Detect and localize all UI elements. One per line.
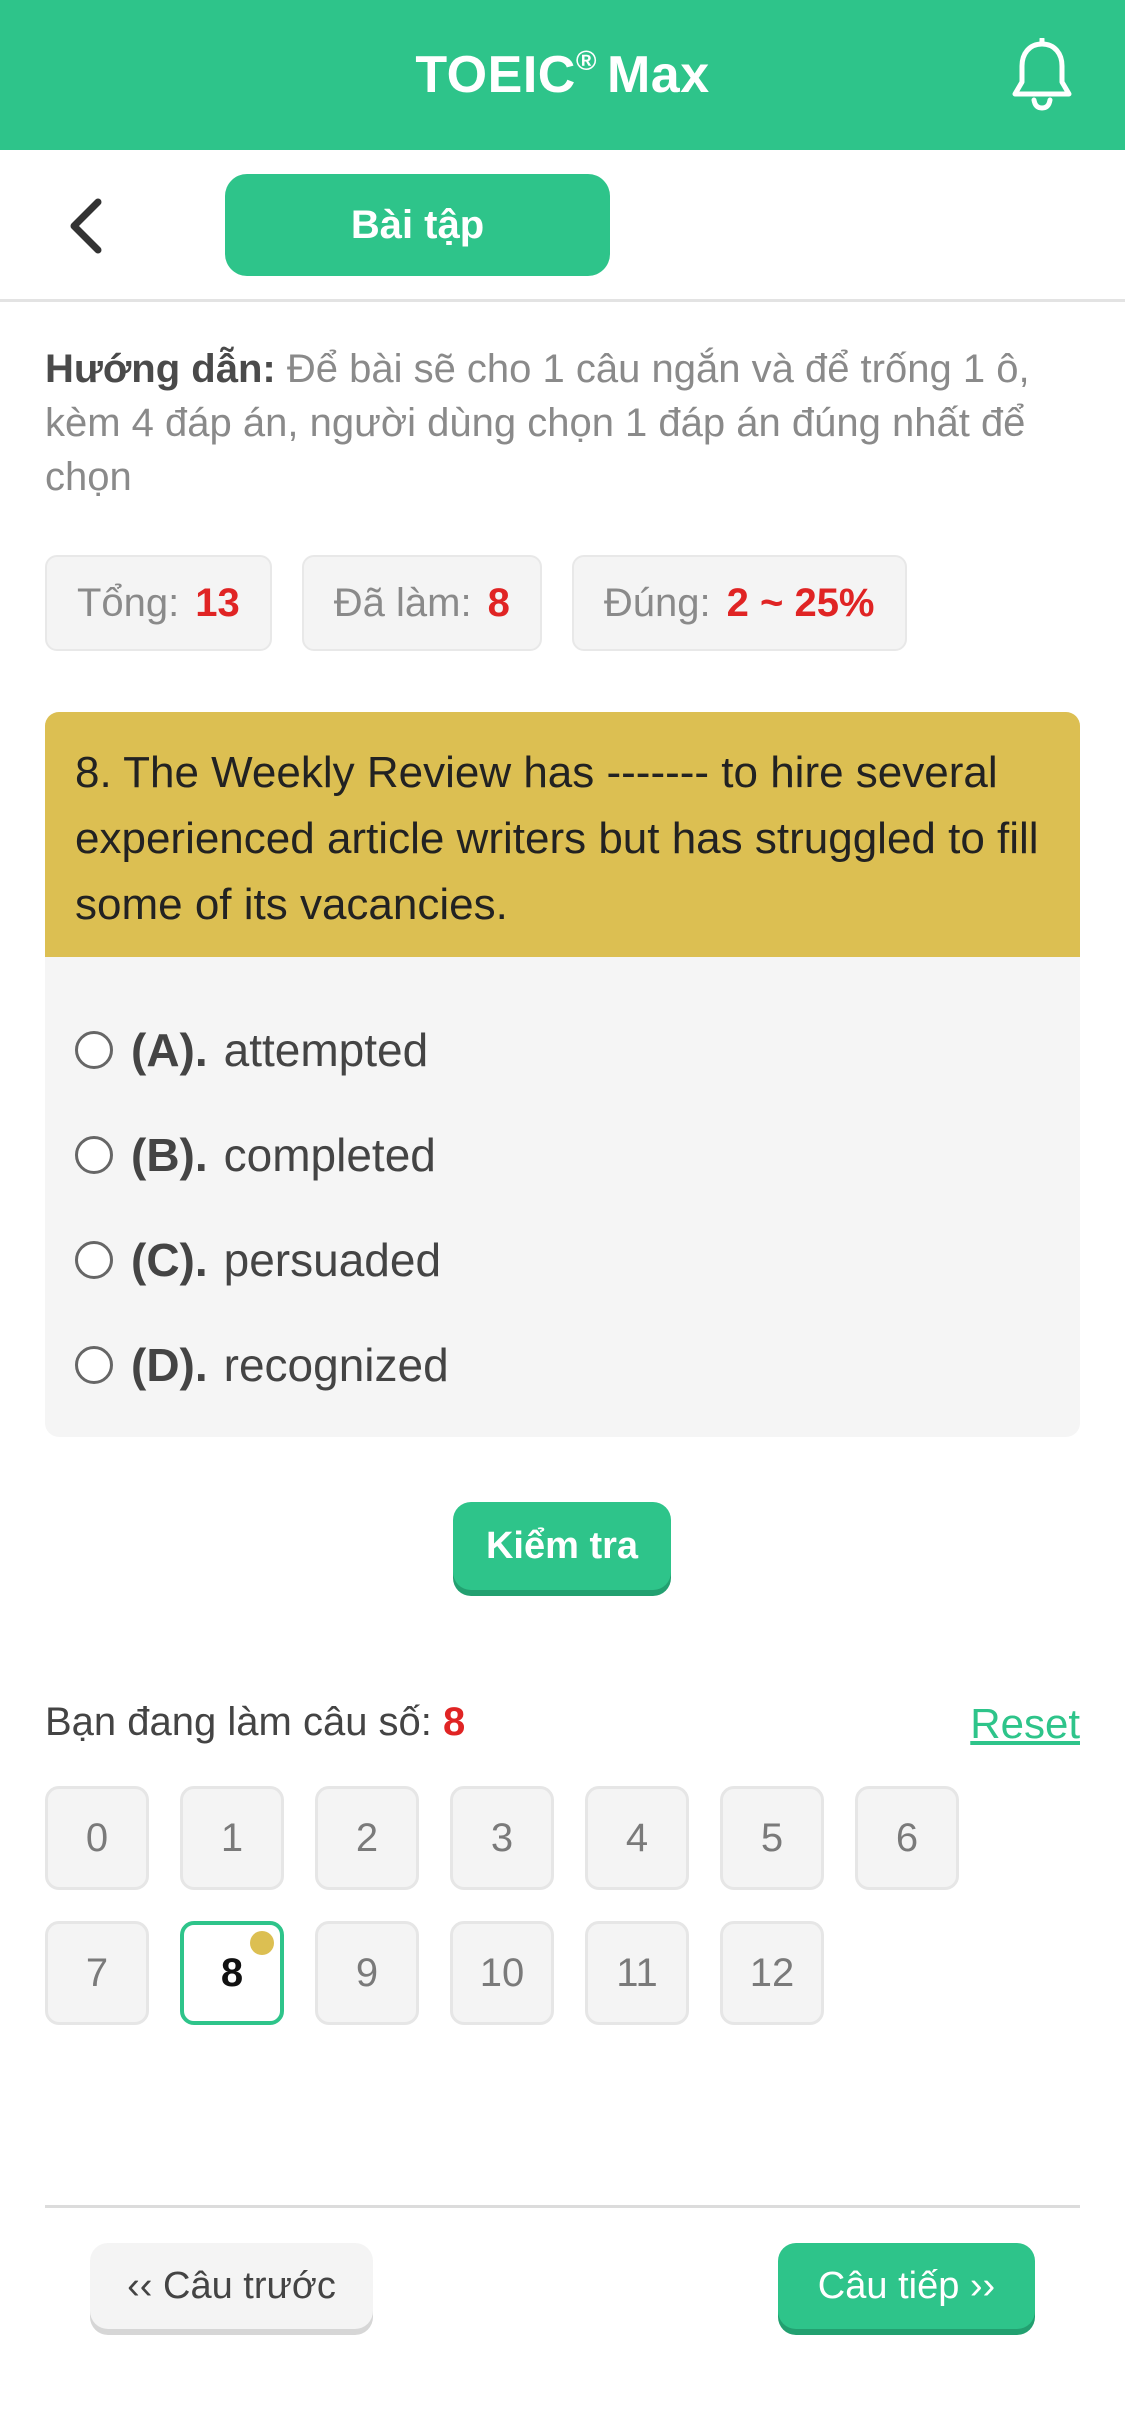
option-d[interactable]: (D). recognized xyxy=(75,1312,1050,1417)
question-cell-10[interactable]: 10 xyxy=(450,1921,554,2025)
question-cell-4[interactable]: 4 xyxy=(585,1786,689,1890)
radio-button-b[interactable] xyxy=(75,1135,113,1174)
option-b[interactable]: (B). completed xyxy=(75,1102,1050,1207)
question-cell-9[interactable]: 9 xyxy=(315,1921,419,2025)
question-cell-0[interactable]: 0 xyxy=(45,1786,149,1890)
question-cell-8-label: 8 xyxy=(220,1950,244,1995)
question-cell-5[interactable]: 5 xyxy=(720,1786,824,1890)
option-key-d: (D). xyxy=(131,1338,208,1391)
previous-question-button[interactable]: ‹‹ Câu trước xyxy=(90,2243,373,2329)
question-cell-2[interactable]: 2 xyxy=(315,1786,419,1890)
radio-button-d[interactable] xyxy=(75,1345,113,1384)
app-title-main: TOEIC xyxy=(415,46,576,104)
stat-done-value: 8 xyxy=(487,580,510,625)
sub-navigation: Bài tập xyxy=(0,150,1125,302)
radio-button-a[interactable] xyxy=(75,1030,113,1069)
stat-correct-label: Đúng: xyxy=(603,580,711,625)
footer-divider xyxy=(45,2205,1080,2208)
stat-done: Đã làm: 8 xyxy=(301,555,542,651)
check-button[interactable]: Kiểm tra xyxy=(453,1502,671,1590)
question-cell-12[interactable]: 12 xyxy=(720,1921,824,2025)
option-key-b: (B). xyxy=(131,1128,208,1181)
option-a[interactable]: (A). attempted xyxy=(75,997,1050,1102)
answer-options: (A). attempted (B). completed (C). persu… xyxy=(45,957,1080,1417)
app-title-suffix: Max xyxy=(606,46,710,104)
stat-total: Tổng: 13 xyxy=(45,555,272,651)
option-text-d: recognized xyxy=(223,1338,449,1391)
current-question-label: Bạn đang làm câu số: xyxy=(45,1700,432,1744)
option-key-c: (C). xyxy=(131,1233,208,1286)
question-text: 8. The Weekly Review has ------- to hire… xyxy=(45,712,1080,957)
stat-total-label: Tổng: xyxy=(77,580,180,625)
question-cell-8-current[interactable]: 8 xyxy=(180,1921,284,2025)
reset-link[interactable]: Reset xyxy=(970,1700,1080,1748)
instruction-label: Hướng dẫn: xyxy=(45,347,276,391)
next-question-button[interactable]: Câu tiếp ›› xyxy=(778,2243,1035,2329)
chevron-left-icon[interactable] xyxy=(62,196,112,256)
option-c[interactable]: (C). persuaded xyxy=(75,1207,1050,1312)
option-text-c: persuaded xyxy=(223,1233,442,1286)
current-question-row: Bạn đang làm câu số: 8 Reset xyxy=(45,1700,1080,1748)
question-grid: 0 1 2 3 4 5 6 7 8 9 10 11 12 xyxy=(45,1786,1025,2025)
app-title: TOEIC® Max xyxy=(415,45,709,105)
stat-total-value: 13 xyxy=(195,580,240,625)
app-header: TOEIC® Max xyxy=(0,0,1125,150)
app-title-registered-mark: ® xyxy=(575,44,597,76)
option-key-a: (A). xyxy=(131,1023,208,1076)
stat-correct-value: 2 ~ 25% xyxy=(726,580,875,625)
current-indicator-dot xyxy=(250,1931,274,1955)
question-card: 8. The Weekly Review has ------- to hire… xyxy=(45,712,1080,1437)
question-cell-1[interactable]: 1 xyxy=(180,1786,284,1890)
stat-correct: Đúng: 2 ~ 25% xyxy=(571,555,907,651)
option-text-b: completed xyxy=(223,1128,436,1181)
question-cell-3[interactable]: 3 xyxy=(450,1786,554,1890)
bell-icon[interactable] xyxy=(1009,38,1075,112)
stat-done-label: Đã làm: xyxy=(333,580,472,625)
question-cell-11[interactable]: 11 xyxy=(585,1921,689,2025)
tab-exercises[interactable]: Bài tập xyxy=(225,174,610,276)
radio-button-c[interactable] xyxy=(75,1240,113,1279)
question-cell-7[interactable]: 7 xyxy=(45,1921,149,2025)
stats-row: Tổng: 13 Đã làm: 8 Đúng: 2 ~ 25% xyxy=(45,555,907,651)
question-cell-6[interactable]: 6 xyxy=(855,1786,959,1890)
current-question-number: 8 xyxy=(443,1700,466,1744)
instruction-text: Hướng dẫn: Để bài sẽ cho 1 câu ngắn và đ… xyxy=(45,342,1085,504)
option-text-a: attempted xyxy=(223,1023,429,1076)
